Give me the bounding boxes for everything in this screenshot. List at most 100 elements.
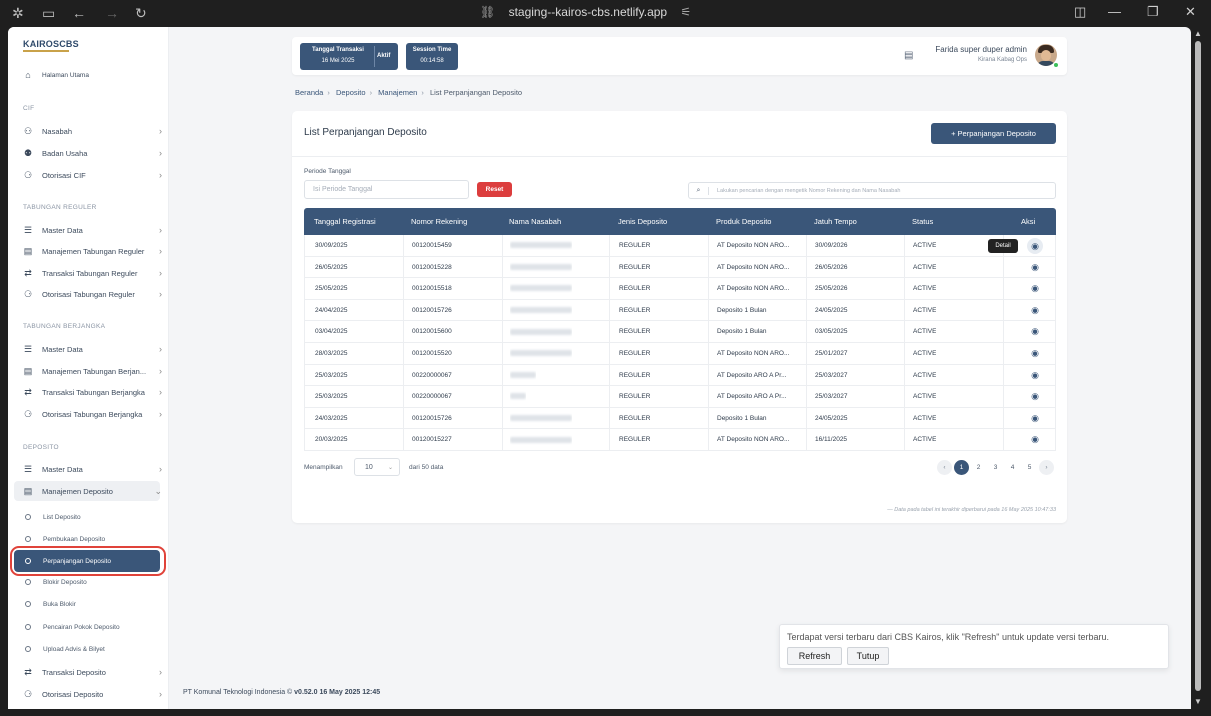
tx-label: Tanggal Transaksi [312, 47, 364, 53]
eye-icon[interactable]: ◉ [1025, 408, 1045, 430]
breadcrumb-beranda[interactable]: Beranda [295, 88, 323, 97]
sidebar-item-reguler-manajemen[interactable]: ▤ Manajemen Tabungan Reguler › [22, 243, 162, 259]
close-toast-button[interactable]: Tutup [847, 647, 889, 665]
cell-nama-nasabah [510, 321, 572, 343]
eye-icon[interactable]: ◉ [1025, 365, 1045, 387]
chevron-right-icon: › [159, 464, 162, 474]
col-tanggal[interactable]: Tanggal Registrasi [314, 208, 376, 235]
eye-icon[interactable]: ◉ [1025, 429, 1045, 451]
eye-icon[interactable]: ◉ [1025, 321, 1045, 343]
page-button[interactable]: 5 [1022, 460, 1037, 475]
sidebar-sub-pembukaan[interactable]: Pembukaan Deposito [25, 531, 161, 547]
sidebar-item-deposito-otorisasi[interactable]: ⚆ Otorisasi Deposito › [22, 686, 162, 702]
prev-page-button[interactable]: ‹ [937, 459, 952, 475]
sidebar-sub-pencairan[interactable]: Pencairan Pokok Deposito [25, 619, 161, 635]
sidebar-sub-blokir[interactable]: Blokir Deposito [25, 574, 161, 590]
highlight-annotation [10, 546, 166, 576]
restore-icon[interactable]: ❐ [1147, 4, 1159, 20]
col-jatuh-tempo[interactable]: Jatuh Tempo [814, 208, 857, 235]
refresh-button[interactable]: Refresh [787, 647, 842, 665]
scroll-up-icon[interactable]: ▲ [1194, 29, 1202, 38]
page-button[interactable]: 1 [954, 459, 969, 475]
session-label: Session Time [412, 47, 452, 53]
sidebar-item-otorisasi-cif[interactable]: ⚆ Otorisasi CIF › [22, 167, 162, 183]
page-size-select[interactable]: 10 ⌄ [354, 458, 400, 476]
eye-icon[interactable]: ◉ [1025, 343, 1045, 365]
server-icon: ☰ [23, 224, 33, 235]
sidebar-item-label: Manajemen Tabungan Reguler [42, 246, 145, 256]
page-button[interactable]: 2 [971, 460, 986, 475]
reload-icon[interactable]: ↻ [135, 5, 147, 21]
brand-logo[interactable]: KAIROSCBS [23, 39, 79, 49]
sidebar-item-deposito-manajemen[interactable]: ▤ Manajemen Deposito ⌄ [22, 483, 162, 499]
page-scrollbar[interactable]: ▲ ▼ [1192, 27, 1204, 709]
eye-icon[interactable]: ◉ [1027, 238, 1043, 254]
server-icon: ☰ [23, 343, 33, 354]
sidebar-item-label: Otorisasi Tabungan Berjangka [42, 409, 143, 419]
table-row: 25/03/2025 00220000067 REGULER AT Deposito … [304, 364, 1056, 387]
next-page-button[interactable]: › [1039, 459, 1054, 475]
sidebar-item-berjangka-manajemen[interactable]: ▤ Manajemen Tabungan Berjan... › [22, 363, 162, 379]
cell-jenis: REGULER [619, 393, 651, 401]
cell-tanggal: 28/03/2025 [315, 349, 348, 357]
sidebar-item-reguler-otorisasi[interactable]: ⚆ Otorisasi Tabungan Reguler › [22, 286, 162, 302]
col-jenis[interactable]: Jenis Deposito [618, 208, 667, 235]
sidebar-item-home[interactable]: ⌂ Halaman Utama [22, 67, 162, 83]
redacted-name [510, 263, 572, 270]
list-card: List Perpanjangan Deposito + Perpanjanga… [292, 111, 1067, 523]
add-perpanjangan-button[interactable]: + Perpanjangan Deposito [931, 123, 1056, 144]
sidebar-item-badan-usaha[interactable]: ⚉ Badan Usaha › [22, 145, 162, 161]
sidebar-item-reguler-master[interactable]: ☰ Master Data › [22, 222, 162, 238]
back-icon[interactable]: ← [72, 5, 86, 21]
search-input[interactable]: ⌕ Lakukan pencarian dengan mengetik Nomo… [688, 182, 1056, 199]
cell-nama-nasabah [510, 365, 536, 387]
eye-icon[interactable]: ◉ [1025, 386, 1045, 408]
page-button[interactable]: 4 [1005, 460, 1020, 475]
redacted-name [510, 350, 572, 357]
cell-nomor-rekening: 00120015600 [412, 328, 452, 336]
eye-icon[interactable]: ◉ [1025, 257, 1045, 279]
tune-icon[interactable]: ⚟ [680, 5, 691, 19]
period-date-input[interactable]: Isi Periode Tanggal [304, 180, 469, 199]
sidebar-sub-list-deposito[interactable]: List Deposito [25, 509, 161, 525]
sidebar-item-reguler-transaksi[interactable]: ⇄ Transaksi Tabungan Reguler › [22, 265, 162, 281]
sidebar-sub-upload[interactable]: Upload Advis & Bilyet [25, 641, 161, 657]
sidebar-item-berjangka-master[interactable]: ☰ Master Data › [22, 341, 162, 357]
cell-status: ACTIVE [913, 414, 937, 422]
sidebar-item-berjangka-transaksi[interactable]: ⇄ Transaksi Tabungan Berjangka › [22, 384, 162, 400]
col-status[interactable]: Status [912, 208, 933, 235]
eye-icon[interactable]: ◉ [1025, 278, 1045, 300]
eye-icon[interactable]: ◉ [1025, 300, 1045, 322]
sidebar-sub-label: Upload Advis & Bilyet [43, 645, 105, 653]
col-produk[interactable]: Produk Deposito [716, 208, 771, 235]
user-name: Farida super duper admin [935, 45, 1027, 54]
archive-icon[interactable]: ▤ [904, 50, 913, 61]
breadcrumb-deposito[interactable]: Deposito [336, 88, 366, 97]
cell-nama-nasabah [510, 429, 572, 451]
page-button[interactable]: 3 [988, 460, 1003, 475]
sidebar-sub-label: Pencairan Pokok Deposito [43, 623, 120, 631]
scroll-down-icon[interactable]: ▼ [1194, 697, 1202, 706]
address-bar[interactable]: ⛓ staging--kairos-cbs.netlify.app ⚟ [480, 5, 691, 19]
chevron-right-icon: › [159, 366, 162, 376]
cell-nomor-rekening: 00120015726 [412, 306, 452, 314]
cell-jatuh-tempo: 26/05/2026 [815, 263, 848, 271]
scroll-thumb[interactable] [1195, 41, 1201, 691]
sidebar-item-deposito-master[interactable]: ☰ Master Data › [22, 461, 162, 477]
sidebar-sub-buka-blokir[interactable]: Buka Blokir [25, 596, 161, 612]
minimize-icon[interactable]: — [1108, 4, 1121, 19]
sidebar-item-nasabah[interactable]: ⚇ Nasabah › [22, 123, 162, 139]
cell-jenis: REGULER [619, 328, 651, 336]
close-window-icon[interactable]: ✕ [1185, 4, 1196, 20]
col-nomor-rekening[interactable]: Nomor Rekening [411, 208, 467, 235]
sidebar-item-berjangka-otorisasi[interactable]: ⚆ Otorisasi Tabungan Berjangka › [22, 406, 162, 422]
sidebar-item-deposito-transaksi[interactable]: ⇄ Transaksi Deposito › [22, 664, 162, 680]
forward-icon[interactable]: → [105, 5, 119, 21]
split-view-icon[interactable]: ◫ [1074, 4, 1086, 20]
breadcrumb-manajemen[interactable]: Manajemen [378, 88, 417, 97]
server-icon: ☰ [23, 463, 33, 474]
reset-button[interactable]: Reset [477, 182, 512, 197]
extensions-icon[interactable]: ✲ [12, 5, 24, 21]
sidebar-toggle-icon[interactable]: ▭ [42, 5, 55, 21]
col-nama-nasabah[interactable]: Nama Nasabah [509, 208, 561, 235]
